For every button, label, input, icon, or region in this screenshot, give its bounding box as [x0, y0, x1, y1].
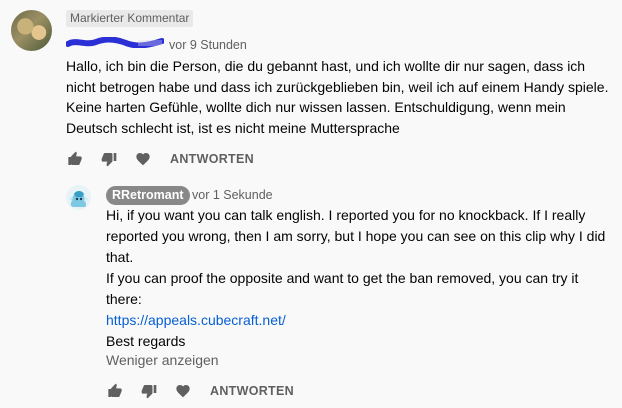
reply-paragraph: If you can proof the opposite and want t…: [106, 270, 579, 307]
thumb-up-icon[interactable]: [66, 150, 84, 168]
appeals-link[interactable]: https://appeals.cubecraft.net/: [106, 312, 286, 328]
redacted-author-name: [66, 37, 164, 48]
heart-icon[interactable]: [134, 150, 152, 168]
reply-action-bar: ANTWORTEN: [106, 382, 294, 400]
thumb-down-icon[interactable]: [140, 382, 158, 400]
heart-icon[interactable]: [174, 382, 192, 400]
thumb-down-icon[interactable]: [100, 150, 118, 168]
pinned-badge: Markierter Kommentar: [66, 10, 194, 27]
reply-paragraph: Hi, if you want you can talk english. I …: [106, 207, 606, 265]
comment-text: Hallo, ich bin die Person, die du gebann…: [66, 58, 609, 136]
comment-timestamp[interactable]: vor 9 Stunden: [169, 38, 247, 52]
reply-text: Hi, if you want you can talk english. I …: [106, 205, 611, 352]
reply-timestamp[interactable]: vor 1 Sekunde: [192, 188, 273, 202]
comment-action-bar: ANTWORTEN: [66, 150, 254, 168]
reply-button[interactable]: ANTWORTEN: [210, 384, 294, 398]
reply-signoff: Best regards: [106, 333, 186, 349]
reply-button[interactable]: ANTWORTEN: [170, 152, 254, 166]
reply-author-chip[interactable]: RRetromant: [106, 186, 190, 205]
reply-author-avatar[interactable]: [66, 185, 91, 210]
commenter-avatar[interactable]: [11, 10, 52, 51]
show-less-button[interactable]: Weniger anzeigen: [106, 350, 219, 370]
thumb-up-icon[interactable]: [106, 382, 124, 400]
